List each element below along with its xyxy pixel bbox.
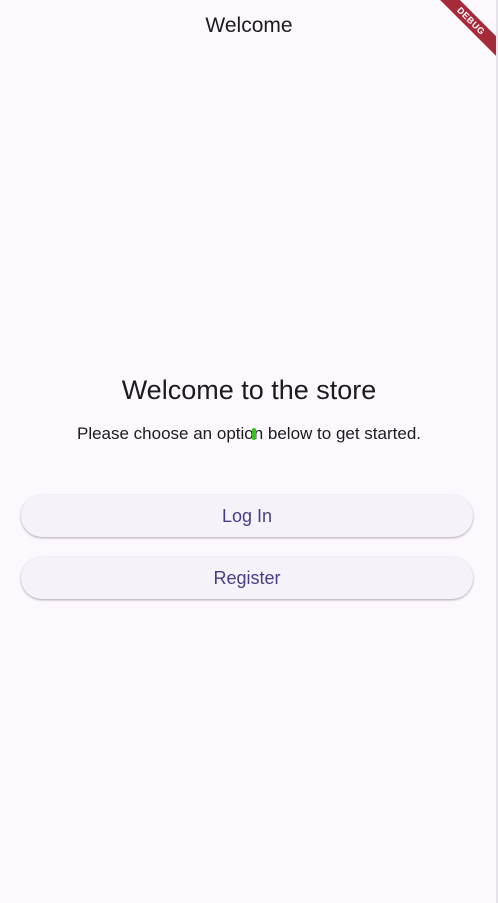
page-title: Welcome [205,14,293,37]
welcome-subtitle: Please choose an option below to get sta… [77,422,421,446]
welcome-screen: Welcome DEBUG Welcome to the store Pleas… [0,0,498,903]
text-cursor-marker [251,428,256,440]
welcome-headline: Welcome to the store [121,375,377,405]
welcome-content: Welcome to the store Please choose an op… [0,370,498,446]
register-button[interactable]: Register [21,557,473,599]
welcome-subtitle-text: Please choose an option below to get sta… [76,424,421,443]
login-button[interactable]: Log In [21,495,473,537]
app-bar: Welcome [0,0,498,52]
